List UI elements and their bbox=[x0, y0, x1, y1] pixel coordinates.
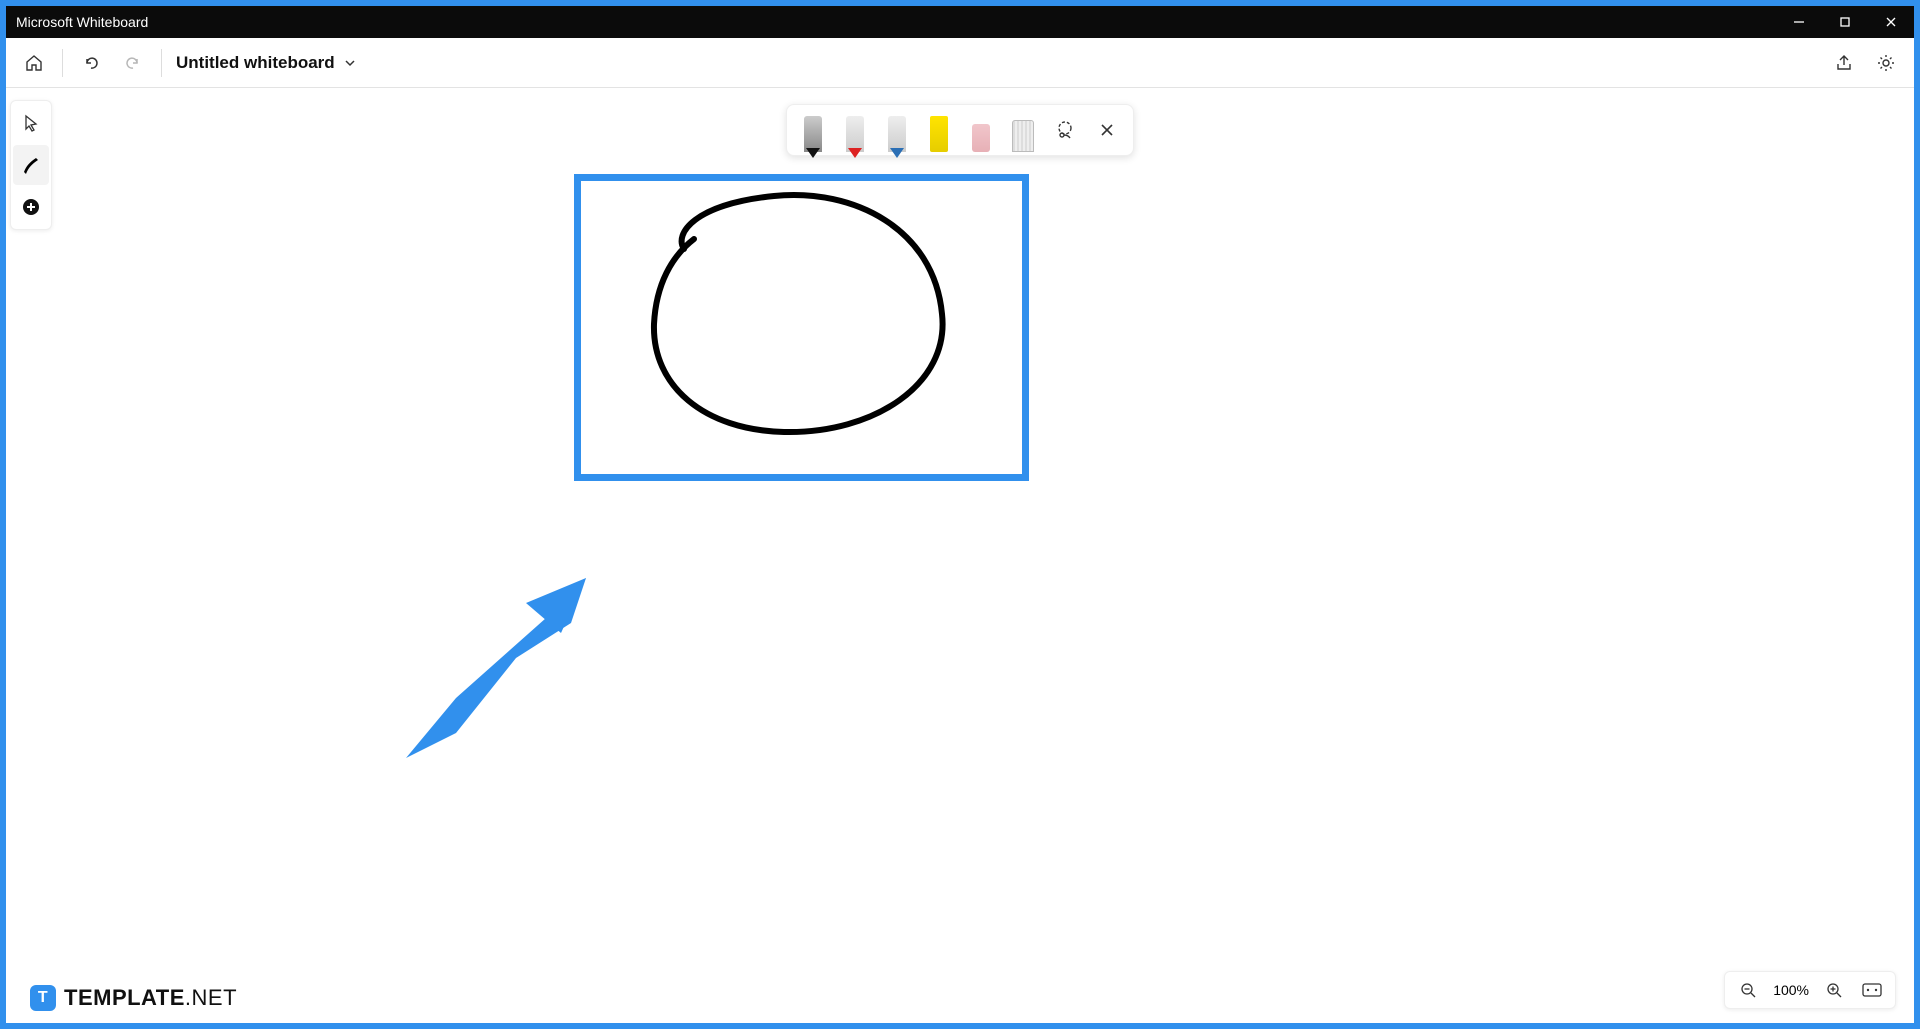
window-title: Microsoft Whiteboard bbox=[16, 14, 148, 30]
zoom-value: 100% bbox=[1773, 982, 1809, 998]
lasso-tool[interactable] bbox=[1047, 112, 1083, 148]
annotation-arrow bbox=[396, 578, 616, 778]
close-ink-toolbar[interactable] bbox=[1089, 112, 1125, 148]
maximize-button[interactable] bbox=[1822, 6, 1868, 38]
watermark-brand-strong: TEMPLATE bbox=[64, 985, 185, 1010]
pen-icon bbox=[20, 154, 42, 176]
minimize-button[interactable] bbox=[1776, 6, 1822, 38]
share-button[interactable] bbox=[1824, 43, 1864, 83]
lasso-icon bbox=[1054, 119, 1076, 141]
share-icon bbox=[1834, 53, 1854, 73]
zoom-out-button[interactable] bbox=[1735, 977, 1761, 1003]
zoom-bar: 100% bbox=[1724, 971, 1896, 1009]
app-frame: Microsoft Whiteboard Untitled whiteboar bbox=[6, 6, 1914, 1023]
fit-icon bbox=[1862, 983, 1882, 997]
zoom-in-icon bbox=[1825, 981, 1843, 999]
red-pen[interactable] bbox=[837, 108, 873, 152]
home-button[interactable] bbox=[14, 43, 54, 83]
fit-screen-button[interactable] bbox=[1859, 977, 1885, 1003]
document-title: Untitled whiteboard bbox=[176, 53, 335, 73]
undo-icon bbox=[81, 53, 101, 73]
undo-button[interactable] bbox=[71, 43, 111, 83]
cursor-icon bbox=[21, 113, 41, 133]
separator bbox=[62, 49, 63, 77]
plus-circle-icon bbox=[21, 197, 41, 217]
settings-button[interactable] bbox=[1866, 43, 1906, 83]
gear-icon bbox=[1876, 53, 1896, 73]
redo-icon bbox=[123, 53, 143, 73]
maximize-icon bbox=[1839, 16, 1851, 28]
zoom-in-button[interactable] bbox=[1821, 977, 1847, 1003]
whiteboard-canvas[interactable]: 100% bbox=[6, 88, 1914, 1023]
watermark-brand-thin: .NET bbox=[185, 985, 237, 1010]
close-icon bbox=[1099, 122, 1115, 138]
highlighter-yellow[interactable] bbox=[921, 108, 957, 152]
document-title-dropdown[interactable]: Untitled whiteboard bbox=[176, 53, 357, 73]
close-window-button[interactable] bbox=[1868, 6, 1914, 38]
window-controls bbox=[1776, 6, 1914, 38]
minimize-icon bbox=[1793, 16, 1805, 28]
header-toolbar: Untitled whiteboard bbox=[6, 38, 1914, 88]
zoom-out-icon bbox=[1739, 981, 1757, 999]
home-icon bbox=[24, 53, 44, 73]
ruler[interactable] bbox=[1005, 108, 1041, 152]
titlebar: Microsoft Whiteboard bbox=[6, 6, 1914, 38]
eraser[interactable] bbox=[963, 108, 999, 152]
drawn-circle bbox=[574, 174, 1029, 481]
add-tool[interactable] bbox=[13, 187, 49, 227]
close-icon bbox=[1885, 16, 1897, 28]
separator bbox=[161, 49, 162, 77]
blue-pen[interactable] bbox=[879, 108, 915, 152]
ink-tool[interactable] bbox=[13, 145, 49, 185]
ink-toolbar bbox=[786, 104, 1134, 156]
watermark: T TEMPLATE.NET bbox=[30, 985, 237, 1011]
black-pen[interactable] bbox=[795, 108, 831, 152]
chevron-down-icon bbox=[343, 56, 357, 70]
redo-button[interactable] bbox=[113, 43, 153, 83]
select-tool[interactable] bbox=[13, 103, 49, 143]
side-toolbar bbox=[10, 100, 52, 230]
watermark-logo-icon: T bbox=[30, 985, 56, 1011]
